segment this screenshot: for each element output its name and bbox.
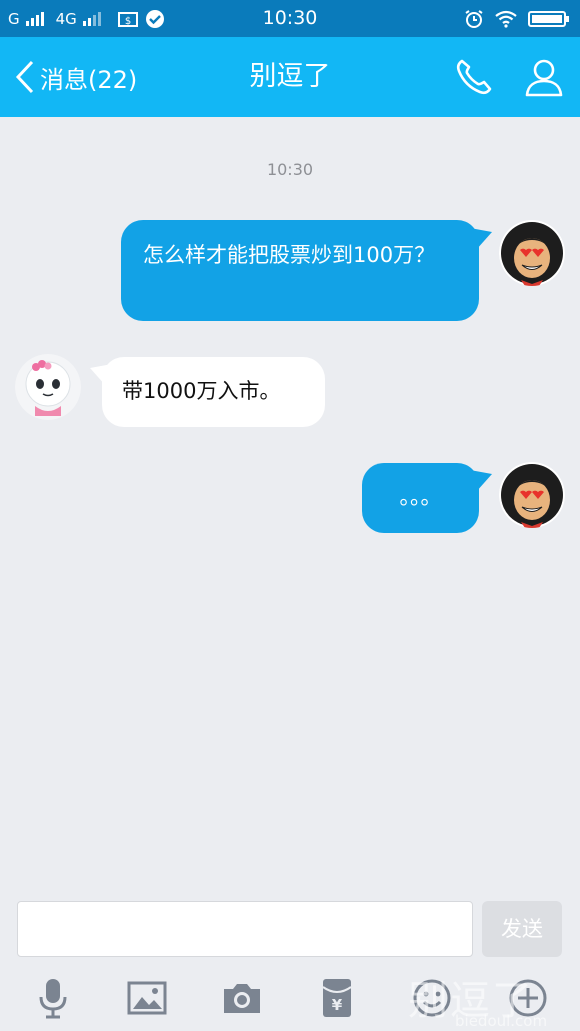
wifi-icon — [495, 10, 517, 28]
message-input[interactable] — [17, 901, 473, 957]
bubble-tail — [470, 228, 492, 250]
status-right — [464, 0, 570, 37]
chat-header: 消息(22) 别逗了 — [0, 37, 580, 117]
battery-icon — [528, 10, 569, 27]
message-text: 怎么样才能把股票炒到100万？ — [143, 243, 436, 267]
status-bar: G 4G $ 10:30 — [0, 0, 580, 37]
message-text: 带1000万入市。 — [122, 379, 281, 403]
message-text: 。。。 — [399, 485, 442, 509]
avatar-self-image — [499, 220, 565, 286]
avatar-self[interactable] — [499, 220, 565, 286]
image-icon[interactable] — [124, 975, 170, 1021]
bubble-tail — [470, 470, 492, 492]
svg-text:¥: ¥ — [332, 996, 343, 1014]
alarm-icon — [465, 9, 483, 28]
microphone-icon[interactable] — [30, 975, 76, 1021]
profile-icon[interactable] — [522, 55, 566, 99]
phone-icon[interactable] — [452, 55, 496, 99]
watermark-url: biedoul.com — [455, 1012, 548, 1030]
message-bubble-outgoing[interactable]: 怎么样才能把股票炒到100万？ — [121, 220, 479, 321]
message-bubble-incoming[interactable]: 带1000万入市。 — [102, 357, 325, 427]
camera-icon[interactable] — [219, 975, 265, 1021]
avatar-self-image — [499, 462, 565, 528]
message-timestamp: 10:30 — [266, 160, 314, 179]
avatar-self[interactable] — [499, 462, 565, 528]
send-button[interactable]: 发送 — [482, 901, 562, 957]
avatar-contact-image — [15, 354, 81, 420]
avatar-contact[interactable] — [15, 354, 81, 420]
red-packet-icon[interactable]: ¥ — [314, 975, 360, 1021]
message-bubble-outgoing[interactable]: 。。。 — [362, 463, 479, 533]
